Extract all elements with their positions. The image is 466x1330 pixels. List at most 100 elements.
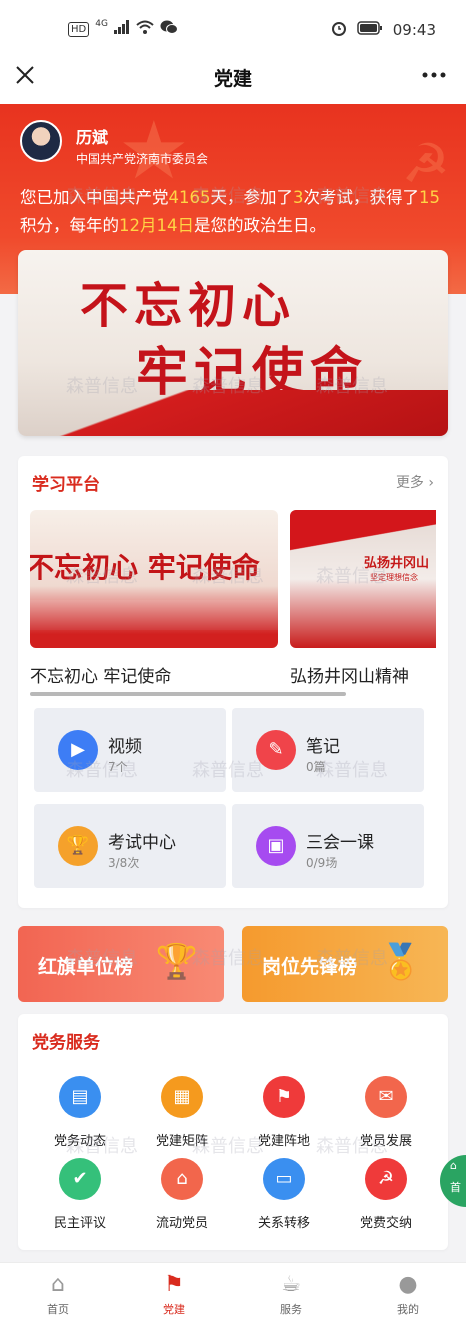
service-label: 关系转移 (257, 1216, 310, 1231)
wifi-icon (136, 20, 154, 38)
course-slide-1[interactable]: 不忘初心 牢记使命 (30, 510, 278, 648)
service-party-position[interactable]: ⚑ 党建阵地 (234, 1076, 334, 1166)
service-label: 党员发展 (359, 1134, 412, 1149)
wechat-icon (160, 20, 178, 38)
title-bar: 党建 (0, 50, 466, 104)
red-flag-unit-ranking-button[interactable]: 红旗单位榜 🏆 (18, 926, 224, 1002)
service-label: 党建矩阵 (155, 1134, 208, 1149)
status-time: 09:43 (392, 21, 436, 39)
status-left: HD 4G (68, 19, 178, 38)
signal-icon (113, 20, 130, 38)
page-title: 党建 (213, 68, 252, 90)
summary-text: 是您的政治生日。 (194, 216, 326, 235)
more-link[interactable]: 更多 › (396, 472, 434, 492)
floating-home-label: 首 (450, 1181, 461, 1194)
summary-text: 积分，每年的 (20, 216, 119, 235)
tab-home[interactable]: ⌂ 首页 (18, 1271, 98, 1317)
tab-profile[interactable]: ● 我的 (368, 1271, 448, 1317)
service-relation-transfer[interactable]: ▭ 关系转移 (234, 1158, 334, 1248)
course-caption-2[interactable]: 弘扬井冈山精神 (290, 662, 409, 687)
service-party-news[interactable]: ▤ 党务动态 (30, 1076, 130, 1166)
tile-notes[interactable]: ✎ 笔记 0篇 (232, 708, 424, 792)
tile-count: 7个 (108, 760, 128, 774)
alarm-icon (331, 20, 347, 40)
tile-video[interactable]: ▶ 视频 7个 (34, 708, 226, 792)
vote-icon: ✔ (59, 1158, 101, 1200)
course-slide-2[interactable]: 弘扬井冈山 坚定理想信念 (290, 510, 436, 648)
grid-icon: ▦ (161, 1076, 203, 1118)
tile-meetings[interactable]: ▣ 三会一课 0/9场 (232, 804, 424, 888)
card-icon: ▭ (263, 1158, 305, 1200)
tab-party-building[interactable]: ⚑ 党建 (134, 1271, 214, 1317)
service-label: 党建阵地 (257, 1134, 310, 1149)
ranking-label: 红旗单位榜 (38, 956, 134, 978)
chevron-right-icon: › (423, 475, 434, 491)
party-flag-icon: ⚑ (164, 1272, 184, 1297)
tile-exam-center[interactable]: 🏆 考试中心 3/8次 (34, 804, 226, 888)
home-icon: ⌂ (51, 1272, 65, 1297)
tab-label: 党建 (163, 1303, 185, 1316)
course-caption-1[interactable]: 不忘初心 牢记使命 (30, 662, 171, 687)
flag-icon: ⚑ (263, 1076, 305, 1118)
tile-count: 0/9场 (306, 856, 338, 870)
membership-summary: 您已加入中国共产党4165天，参加了3次考试，获得了15 积分，每年的12月14日… (20, 184, 450, 240)
summary-text: 次考试，获得了 (303, 188, 420, 207)
exam-count: 3 (293, 188, 304, 207)
more-icon (422, 72, 446, 78)
coffee-icon: ☕ (281, 1272, 301, 1297)
home-icon: ⌂ (161, 1158, 203, 1200)
tab-label: 服务 (280, 1303, 302, 1316)
hd-badge: HD (68, 21, 90, 37)
slide-image-subtext: 坚定理想信念 (370, 573, 418, 582)
network-badge: 4G (95, 19, 108, 29)
tile-label: 笔记 (306, 737, 340, 757)
banner-line-1: 不忘初心 (80, 278, 297, 334)
video-icon: ▶ (58, 730, 98, 770)
service-label: 流动党员 (155, 1216, 208, 1231)
battery-icon (357, 21, 383, 39)
tile-label: 三会一课 (306, 833, 374, 853)
user-organization: 中国共产党济南市委员会 (76, 152, 209, 166)
tile-label: 考试中心 (108, 833, 176, 853)
banner-ribbon (18, 390, 448, 436)
pioneer-ranking-button[interactable]: 岗位先锋榜 🏅 (242, 926, 448, 1002)
tab-label: 首页 (47, 1303, 69, 1316)
tab-label: 我的 (397, 1303, 419, 1316)
service-party-matrix[interactable]: ▦ 党建矩阵 (132, 1076, 232, 1166)
ranking-label: 岗位先锋榜 (262, 956, 358, 978)
service-label: 党务动态 (53, 1134, 106, 1149)
summary-text: 您已加入中国共产党 (20, 188, 169, 207)
user-name: 历斌 (76, 128, 109, 147)
service-label: 党费交纳 (359, 1216, 412, 1231)
tab-services[interactable]: ☕ 服务 (251, 1271, 331, 1317)
section-title: 学习平台 (32, 475, 100, 495)
status-right: 09:43 (331, 20, 436, 40)
service-democratic-review[interactable]: ✔ 民主评议 (30, 1158, 130, 1248)
more-button[interactable] (414, 58, 454, 88)
hero-banner[interactable]: 不忘初心 牢记使命 (18, 250, 448, 436)
page: HD 4G 09:43 党建 ★ ☭ 历斌 中国共产党济南市委员会 您已加入中国… (0, 0, 466, 1330)
service-mobile-members[interactable]: ⌂ 流动党员 (132, 1158, 232, 1248)
course-carousel[interactable]: 不忘初心 牢记使命 弘扬井冈山 坚定理想信念 (30, 510, 436, 656)
slide-image-text: 不忘初心 牢记使命 (30, 551, 260, 584)
avatar[interactable] (20, 120, 62, 162)
service-party-fee[interactable]: ☭ 党费交纳 (336, 1158, 436, 1248)
trophy-icon: 🏆 (155, 942, 198, 982)
news-icon: ▤ (59, 1076, 101, 1118)
party-emblem-icon: ☭ (365, 1158, 407, 1200)
bottom-tab-bar: ⌂ 首页 ⚑ 党建 ☕ 服务 ● 我的 (0, 1262, 466, 1330)
tile-count: 0篇 (306, 760, 326, 774)
learning-platform-card: 学习平台 更多 › 不忘初心 牢记使命 弘扬井冈山 坚定理想信念 不忘初心 牢记… (18, 456, 448, 908)
summary-text: 天，参加了 (210, 188, 294, 207)
political-birthday: 12月14日 (119, 216, 194, 235)
note-icon: ✎ (256, 730, 296, 770)
section-title: 党务服务 (32, 1033, 100, 1053)
more-label: 更多 (395, 475, 424, 491)
floating-home-icon: ⌂ (450, 1159, 457, 1172)
tile-count: 3/8次 (108, 856, 140, 870)
slide-image-text: 弘扬井冈山 (364, 556, 430, 571)
user-icon: ● (398, 1272, 418, 1297)
medal-icon: 🏅 (379, 942, 422, 982)
trophy-icon: 🏆 (58, 826, 98, 866)
service-member-development[interactable]: ✉ 党员发展 (336, 1076, 436, 1166)
